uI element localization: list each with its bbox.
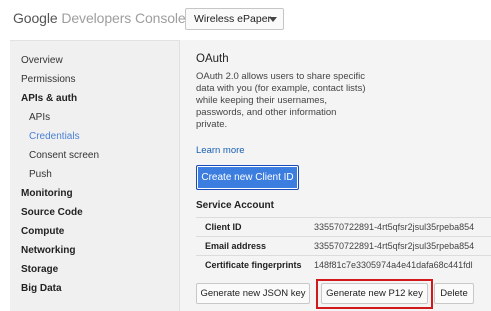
sidebar-item-consent-screen[interactable]: Consent screen [29,150,99,161]
sidebar-item-push[interactable]: Push [29,169,52,180]
table-row: Email address 335570722891-4rt5qfsr2jsul… [196,236,491,255]
oauth-description: OAuth 2.0 allows users to share specific… [196,71,366,130]
generate-json-key-button[interactable]: Generate new JSON key [196,283,310,304]
top-bar: Google Developers Console Wireless ePape… [0,0,491,40]
credentials-panel: OAuth OAuth 2.0 allows users to share sp… [180,40,491,311]
oauth-title: OAuth [196,53,229,65]
email-address-value: 335570722891-4rt5qfsr2jsul35rpeba854 [314,241,475,251]
table-row: Client ID 335570722891-4rt5qfsr2jsul35rp… [196,217,491,236]
sidebar-item-big-data[interactable]: Big Data [21,283,62,294]
brand-developers-console: Developers Console [61,10,186,26]
sidebar-item-monitoring[interactable]: Monitoring [21,188,73,199]
sidebar-item-source-code[interactable]: Source Code [21,207,83,218]
sidebar: Overview Permissions APIs & auth APIs Cr… [10,40,179,311]
sidebar-item-compute[interactable]: Compute [21,226,64,237]
sidebar-item-apis[interactable]: APIs [29,112,50,123]
caret-down-icon [269,17,277,22]
app-logo[interactable]: Google Developers Console [13,10,186,26]
email-address-label: Email address [205,241,267,251]
sidebar-item-networking[interactable]: Networking [21,245,75,256]
client-id-value: 335570722891-4rt5qfsr2jsul35rpeba854 [314,222,475,232]
sidebar-item-apis-auth[interactable]: APIs & auth [21,93,77,104]
service-account-title: Service Account [196,200,274,211]
project-selector[interactable]: Wireless ePaper [185,8,284,30]
certificate-fingerprints-label: Certificate fingerprints [205,260,302,270]
sidebar-item-overview[interactable]: Overview [21,55,63,66]
client-id-label: Client ID [205,222,242,232]
sidebar-item-permissions[interactable]: Permissions [21,74,75,85]
sidebar-item-credentials[interactable]: Credentials [29,131,80,142]
create-client-id-button[interactable]: Create new Client ID [196,165,299,190]
generate-p12-key-button[interactable]: Generate new P12 key [321,283,428,304]
sidebar-item-storage[interactable]: Storage [21,264,58,275]
project-selector-value: Wireless ePaper [194,13,272,25]
learn-more-link[interactable]: Learn more [196,145,245,156]
delete-button[interactable]: Delete [434,283,474,304]
certificate-fingerprints-value: 148f81c7e3305974a4e41dafa68c441fdl [314,260,473,270]
table-row: Certificate fingerprints 148f81c7e330597… [196,255,491,274]
brand-google: Google [13,10,58,26]
